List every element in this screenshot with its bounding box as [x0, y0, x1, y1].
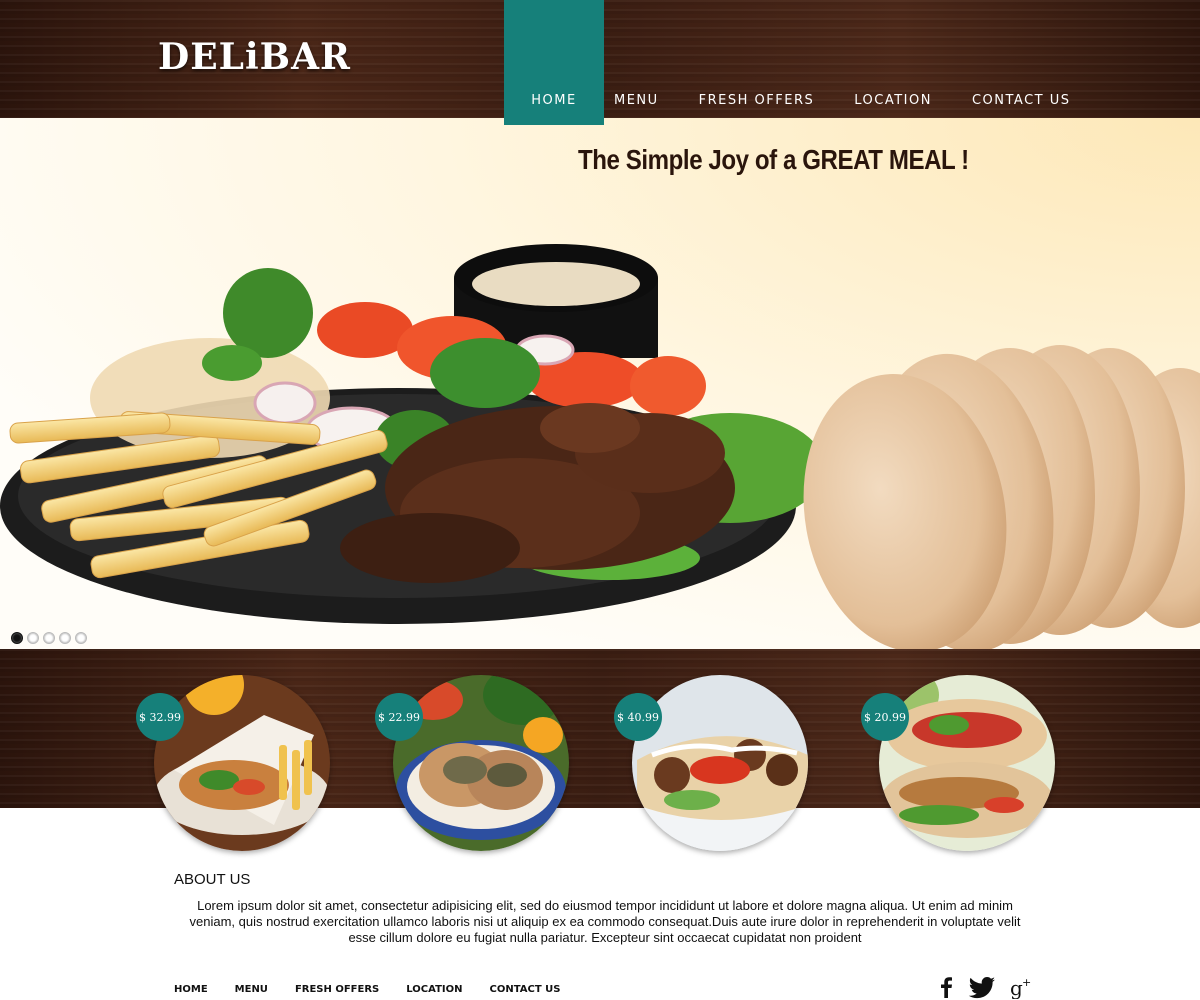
footer-link-home[interactable]: HOME — [174, 984, 208, 995]
footer-link-menu[interactable]: MENU — [235, 984, 268, 995]
nav-contact-us[interactable]: CONTACT US — [952, 0, 1091, 118]
nav-location[interactable]: LOCATION — [834, 0, 952, 118]
footer-link-fresh-offers[interactable]: FRESH OFFERS — [295, 984, 379, 995]
product-image-chicken-pita[interactable] — [879, 675, 1055, 851]
main-nav: HOME MENU FRESH OFFERS LOCATION CONTACT … — [504, 0, 1091, 125]
product-image-falafel-wrap[interactable] — [632, 675, 808, 851]
price-badge[interactable]: $ 20.99 — [861, 693, 909, 741]
about-title: ABOUT US — [174, 871, 251, 888]
product-card-3: $ 40.99 — [614, 675, 808, 851]
slider-dot-4[interactable] — [59, 632, 71, 644]
slider-dots — [11, 632, 87, 644]
nav-menu[interactable]: MENU — [604, 0, 679, 118]
price-badge[interactable]: $ 40.99 — [614, 693, 662, 741]
nav-fresh-offers[interactable]: FRESH OFFERS — [679, 0, 835, 118]
price-badge[interactable]: $ 32.99 — [136, 693, 184, 741]
product-card-1: $ 32.99 — [136, 675, 330, 851]
hero-food-image — [0, 244, 1200, 649]
hero-title: The Simple Joy of a GREAT MEAL ! — [578, 144, 969, 175]
slider-dot-5[interactable] — [75, 632, 87, 644]
footer-link-contact-us[interactable]: CONTACT US — [489, 984, 560, 995]
twitter-icon[interactable] — [968, 975, 996, 999]
slider-dot-3[interactable] — [43, 632, 55, 644]
slider-dot-2[interactable] — [27, 632, 39, 644]
product-image-shawarma-wrap[interactable] — [154, 675, 330, 851]
product-card-4: $ 20.99 — [861, 675, 1055, 851]
svg-text:+: + — [1022, 976, 1031, 989]
product-image-pita-sandwich[interactable] — [393, 675, 569, 851]
price-badge[interactable]: $ 22.99 — [375, 693, 423, 741]
footer-nav: HOME MENU FRESH OFFERS LOCATION CONTACT … — [174, 984, 587, 995]
product-card-2: $ 22.99 — [375, 675, 569, 851]
slider-dot-1[interactable] — [11, 632, 23, 644]
brand-logo[interactable]: DELiBAR — [158, 36, 351, 78]
footer-link-location[interactable]: LOCATION — [406, 984, 462, 995]
hero-slider: The Simple Joy of a GREAT MEAL ! — [0, 118, 1200, 649]
site-header: DELiBAR HOME MENU FRESH OFFERS LOCATION … — [0, 0, 1200, 125]
nav-home[interactable]: HOME — [504, 0, 604, 125]
google-plus-icon[interactable]: g + — [1010, 975, 1034, 999]
about-text: Lorem ipsum dolor sit amet, consectetur … — [189, 898, 1021, 945]
facebook-icon[interactable] — [938, 975, 954, 999]
